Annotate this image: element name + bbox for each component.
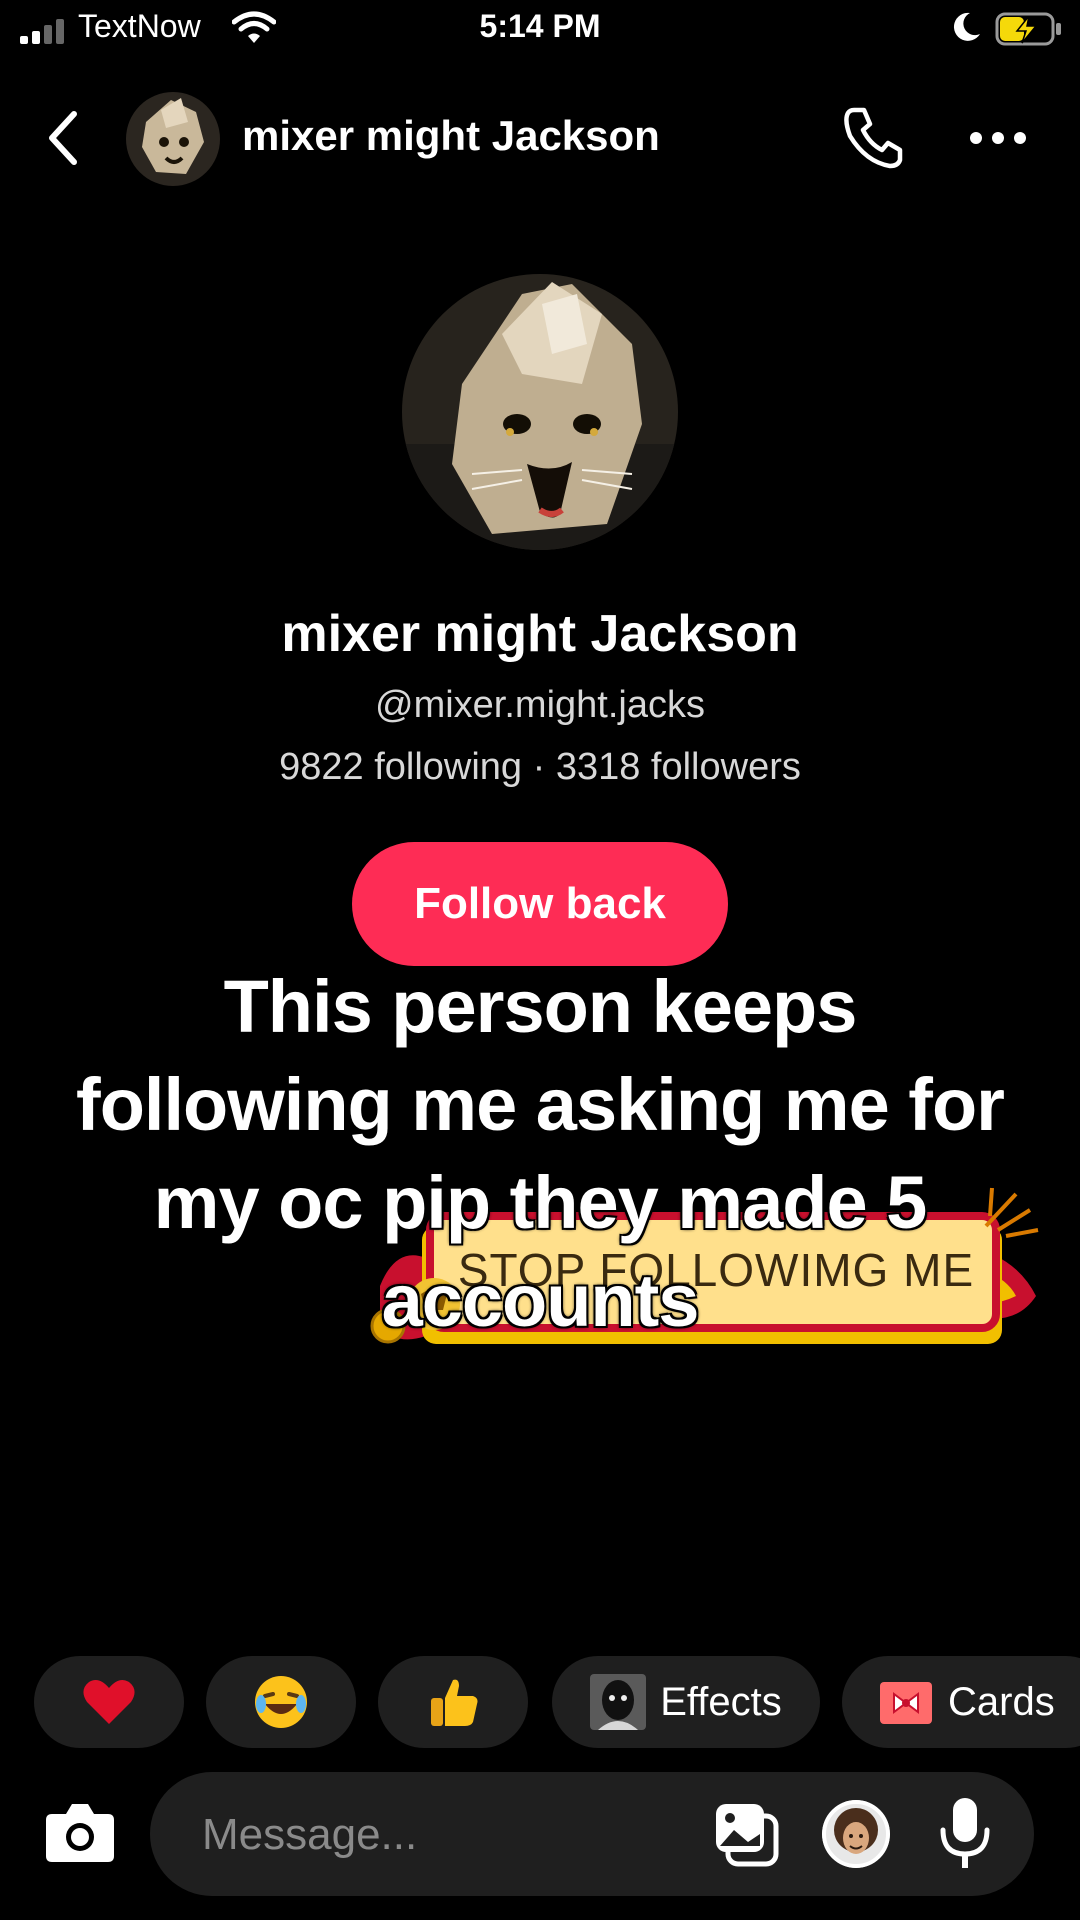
back-chevron-icon[interactable] [44,108,80,168]
heart-emoji-icon [83,1680,135,1724]
avatar-sticker-button[interactable] [822,1800,890,1868]
thumbs-up-emoji-icon [431,1679,478,1726]
follow-back-button[interactable]: Follow back [352,842,728,966]
quick-reaction-laugh[interactable] [206,1656,356,1748]
profile-handle: @mixer.might.jacks [375,684,705,726]
message-input[interactable] [200,1800,684,1870]
cards-label: Cards [948,1679,1055,1724]
profile-avatar[interactable] [402,274,678,550]
camera-icon[interactable] [44,1800,116,1864]
do-not-disturb-moon-icon [953,12,980,41]
quick-reaction-heart[interactable] [34,1656,184,1748]
quick-reaction-thumbs-up[interactable] [378,1656,528,1748]
profile-display-name: mixer might Jackson [281,605,799,663]
header-contact-name[interactable]: mixer might Jackson [242,112,660,160]
cards-button[interactable]: Cards [842,1656,1080,1748]
contact-avatar[interactable] [126,92,220,186]
more-options-icon[interactable] [968,128,1028,148]
laughing-emoji-icon [255,1676,307,1728]
profile-follow-stats: 9822 following · 3318 followers [279,746,801,788]
battery-charging-icon [995,12,1061,46]
phone-icon[interactable] [840,104,904,170]
gallery-icon[interactable] [714,1802,780,1868]
status-time: 5:14 PM [479,8,601,44]
gift-icon [880,1682,932,1724]
effects-preview-icon [590,1674,647,1730]
caption-overlay: This person keeps following me asking me… [76,965,1005,1342]
effects-button[interactable]: Effects [552,1656,820,1748]
effects-label: Effects [660,1679,782,1724]
microphone-icon[interactable] [936,1796,994,1872]
